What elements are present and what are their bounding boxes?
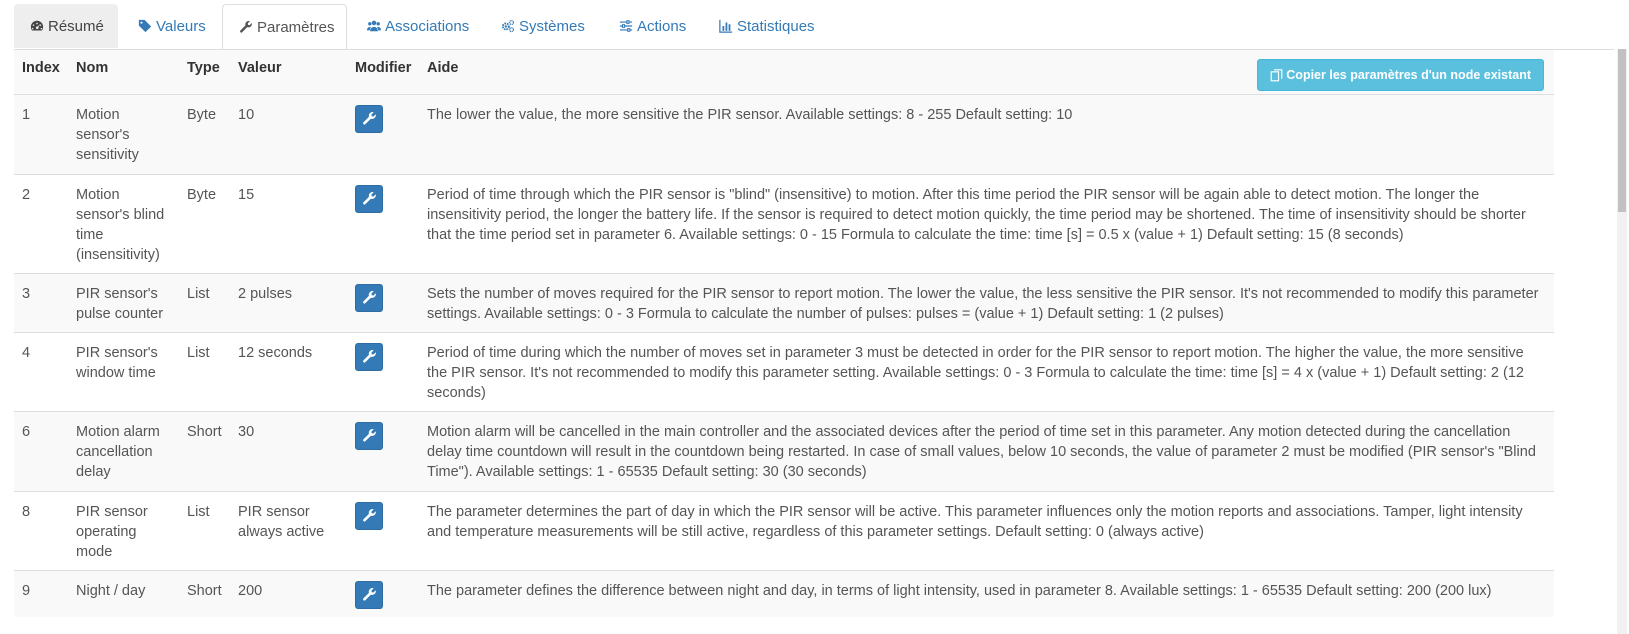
bar-chart-icon xyxy=(719,19,733,33)
cell-type: Short xyxy=(179,569,230,617)
parameters-table: Index Nom Type Valeur Modifier Aide Copi… xyxy=(14,50,1554,617)
column-header-type: Type xyxy=(179,50,230,94)
tag-icon xyxy=(138,19,152,33)
cell-name: PIR sensor's pulse counter xyxy=(68,272,179,332)
cell-help: Period of time during which the number o… xyxy=(419,331,1554,411)
cell-index: 4 xyxy=(14,331,68,411)
column-header-edit: Modifier xyxy=(347,50,419,94)
table-row: 1 Motion sensor's sensitivity Byte 10 Th… xyxy=(14,93,1554,174)
cell-value: PIR sensor always active xyxy=(230,490,347,570)
cell-name: Night / day xyxy=(68,569,179,617)
table-row: 2 Motion sensor's blind time (insensitiv… xyxy=(14,173,1554,273)
users-icon xyxy=(367,20,381,32)
tab-label: Résumé xyxy=(48,17,104,35)
cell-edit xyxy=(347,410,419,491)
cell-edit xyxy=(347,93,419,174)
edit-parameter-button[interactable] xyxy=(355,184,383,213)
cell-type: Byte xyxy=(179,93,230,174)
tab-label: Associations xyxy=(385,17,470,35)
cell-type: List xyxy=(179,272,230,332)
tab-resume[interactable]: Résumé xyxy=(14,4,118,48)
cell-type: Byte xyxy=(179,173,230,273)
cell-edit xyxy=(347,173,419,273)
cell-value: 15 xyxy=(230,173,347,273)
cell-edit xyxy=(347,272,419,332)
cell-name: Motion alarm cancellation delay xyxy=(68,410,179,491)
cell-name: Motion sensor's sensitivity xyxy=(68,93,179,174)
cell-name: PIR sensor operating mode xyxy=(68,490,179,570)
cell-value: 30 xyxy=(230,410,347,491)
cell-value: 200 xyxy=(230,569,347,617)
tab-parametres[interactable]: Paramètres xyxy=(222,4,347,50)
table-row: 8 PIR sensor operating mode List PIR sen… xyxy=(14,490,1554,570)
edit-parameter-button[interactable] xyxy=(355,342,383,371)
cell-help: Sets the number of moves required for th… xyxy=(419,272,1554,332)
wrench-icon xyxy=(240,20,252,33)
copy-parameters-label: Copier les paramètres d'un node existant xyxy=(1286,68,1531,82)
wrench-icon xyxy=(362,112,376,125)
cell-index: 8 xyxy=(14,490,68,570)
tab-label: Actions xyxy=(637,17,687,35)
cell-index: 9 xyxy=(14,569,68,617)
table-header-row: Index Nom Type Valeur Modifier Aide Copi… xyxy=(14,50,1554,94)
edit-parameter-button[interactable] xyxy=(355,283,383,312)
cell-type: List xyxy=(179,490,230,570)
tab-statistiques[interactable]: Statistiques xyxy=(703,4,821,48)
wrench-icon xyxy=(362,291,376,304)
cell-help: The parameter determines the part of day… xyxy=(419,490,1554,570)
tab-systemes[interactable]: Systèmes xyxy=(485,4,599,48)
table-row: 4 PIR sensor's window time List 12 secon… xyxy=(14,331,1554,411)
tab-valeurs[interactable]: Valeurs xyxy=(122,4,226,48)
dashboard-icon xyxy=(30,20,44,31)
cell-value: 10 xyxy=(230,93,347,174)
cell-index: 1 xyxy=(14,93,68,174)
tab-actions[interactable]: Actions xyxy=(603,4,697,48)
scrollbar-thumb[interactable] xyxy=(1618,49,1626,212)
cogs-icon xyxy=(501,19,515,33)
cell-edit xyxy=(347,569,419,617)
column-header-value: Valeur xyxy=(230,50,347,94)
cell-type: Short xyxy=(179,410,230,491)
column-header-help-label: Aide xyxy=(427,60,459,76)
tab-label: Statistiques xyxy=(737,17,815,35)
column-header-name: Nom xyxy=(68,50,179,94)
wrench-icon xyxy=(362,192,376,205)
cell-help: Period of time through which the PIR sen… xyxy=(419,173,1554,273)
edit-parameter-button[interactable] xyxy=(355,421,383,450)
cell-index: 2 xyxy=(14,173,68,273)
cell-help: Motion alarm will be cancelled in the ma… xyxy=(419,410,1554,491)
cell-type: List xyxy=(179,331,230,411)
cell-help: The lower the value, the more sensitive … xyxy=(419,93,1554,174)
wrench-icon xyxy=(362,429,376,442)
wrench-icon xyxy=(362,350,376,363)
cell-help: The parameter defines the difference bet… xyxy=(419,569,1554,617)
vertical-scrollbar[interactable] xyxy=(1617,49,1627,634)
edit-parameter-button[interactable] xyxy=(355,501,383,530)
tab-label: Systèmes xyxy=(519,17,585,35)
tab-label: Valeurs xyxy=(156,17,206,35)
cell-index: 3 xyxy=(14,272,68,332)
wrench-icon xyxy=(362,588,376,601)
copy-icon xyxy=(1270,68,1283,81)
cell-value: 2 pulses xyxy=(230,272,347,332)
column-header-help: Aide Copier les paramètres d'un node exi… xyxy=(419,50,1554,94)
cell-value: 12 seconds xyxy=(230,331,347,411)
cell-index: 6 xyxy=(14,410,68,491)
table-row: 3 PIR sensor's pulse counter List 2 puls… xyxy=(14,272,1554,332)
column-header-index: Index xyxy=(14,50,68,94)
tab-bar: Résumé Valeurs Paramètres Associations S… xyxy=(14,4,1629,50)
cell-name: PIR sensor's window time xyxy=(68,331,179,411)
edit-parameter-button[interactable] xyxy=(355,580,383,609)
copy-parameters-button[interactable]: Copier les paramètres d'un node existant xyxy=(1257,59,1544,91)
wrench-icon xyxy=(362,509,376,522)
sliders-icon xyxy=(619,20,633,32)
table-row: 6 Motion alarm cancellation delay Short … xyxy=(14,410,1554,491)
cell-edit xyxy=(347,490,419,570)
edit-parameter-button[interactable] xyxy=(355,104,383,133)
cell-edit xyxy=(347,331,419,411)
table-row: 9 Night / day Short 200 The parameter de… xyxy=(14,569,1554,617)
tab-associations[interactable]: Associations xyxy=(351,4,481,48)
tab-label: Paramètres xyxy=(257,18,335,36)
cell-name: Motion sensor's blind time (insensitivit… xyxy=(68,173,179,273)
